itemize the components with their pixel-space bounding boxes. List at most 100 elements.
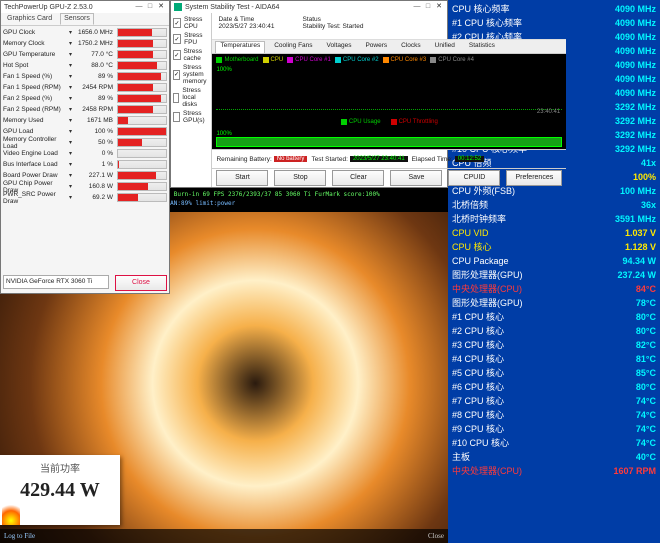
sensor-row[interactable]: Memory Controller Load▾50 % <box>3 137 167 148</box>
start-button[interactable]: Start <box>216 170 268 186</box>
tab-sensors[interactable]: Sensors <box>60 13 94 25</box>
stress-item[interactable]: Stress GPU(s) <box>173 109 209 125</box>
chevron-down-icon[interactable]: ▾ <box>69 128 75 135</box>
metric-value: 94.34 W <box>622 254 656 268</box>
legend-item: CPU Usage <box>341 117 381 127</box>
sensor-value: 160.8 W <box>77 183 115 190</box>
chevron-down-icon[interactable]: ▾ <box>69 62 75 69</box>
gpuz-close-button[interactable]: Close <box>115 275 167 291</box>
stress-item[interactable]: ✓Stress system memory <box>173 63 209 86</box>
cpuid-button[interactable]: CPUID <box>448 170 500 186</box>
sensor-row[interactable]: Hot Spot▾88.0 °C <box>3 60 167 71</box>
metric-value: 100 MHz <box>620 184 656 198</box>
chevron-down-icon[interactable]: ▾ <box>69 150 75 157</box>
subtab[interactable]: Temperatures <box>215 41 265 53</box>
sensor-row[interactable]: Video Engine Load▾0 % <box>3 148 167 159</box>
sensor-name: Memory Used <box>3 117 67 124</box>
metric-value: 4090 MHz <box>615 72 656 86</box>
sensor-name: Board Power Draw <box>3 172 67 179</box>
metric-value: 81°C <box>636 352 656 366</box>
chevron-down-icon[interactable]: ▾ <box>69 84 75 91</box>
gpuz-titlebar[interactable]: TechPowerUp GPU-Z 2.53.0 — □ ✕ <box>1 1 169 13</box>
close-icon[interactable]: ✕ <box>156 2 166 12</box>
sensor-row[interactable]: Memory Clock▾1750.2 MHz <box>3 38 167 49</box>
sensor-bar <box>117 138 167 147</box>
metric-value: 3591 MHz <box>615 212 656 226</box>
legend-swatch <box>263 57 269 63</box>
sensor-row[interactable]: PWR_SRC Power Draw▾69.2 W <box>3 192 167 203</box>
checkbox[interactable]: ✓ <box>173 34 181 44</box>
tab-graphics-card[interactable]: Graphics Card <box>3 13 56 25</box>
sensor-row[interactable]: Bus Interface Load▾1 % <box>3 159 167 170</box>
metric-name: #1 CPU 核心 <box>452 310 504 324</box>
aida-buttons: Start Stop Clear Save CPUID Preferences <box>212 168 566 187</box>
subtab[interactable]: Cooling Fans <box>269 41 317 53</box>
metric-value: 1607 RPM <box>613 464 656 478</box>
chart-axis-label: 100% <box>216 131 231 137</box>
subtab[interactable]: Clocks <box>396 41 426 53</box>
gpuz-title: TechPowerUp GPU-Z 2.53.0 <box>4 4 133 11</box>
stress-item[interactable]: ✓Stress FPU <box>173 31 209 47</box>
chevron-down-icon[interactable]: ▾ <box>69 139 75 146</box>
metric-name: #3 CPU 核心 <box>452 338 504 352</box>
chevron-down-icon[interactable]: ▾ <box>69 95 75 102</box>
chevron-down-icon[interactable]: ▾ <box>69 29 75 36</box>
furmark-footer: Log to File Close <box>0 529 448 543</box>
save-button[interactable]: Save <box>390 170 442 186</box>
aida-titlebar[interactable]: System Stability Test - AIDA64 — □ ✕ <box>171 1 447 13</box>
sensor-name: Fan 2 Speed (%) <box>3 95 67 102</box>
stress-item[interactable]: Stress local disks <box>173 86 209 109</box>
sensor-row[interactable]: Memory Used▾1671 MB <box>3 115 167 126</box>
chevron-down-icon[interactable]: ▾ <box>69 172 75 179</box>
metric-value: 41x <box>641 156 656 170</box>
checkbox[interactable]: ✓ <box>173 70 180 80</box>
sensor-row[interactable]: Fan 1 Speed (RPM)▾2454 RPM <box>3 82 167 93</box>
checkbox[interactable] <box>173 112 180 122</box>
stress-item[interactable]: ✓Stress cache <box>173 47 209 63</box>
chevron-down-icon[interactable]: ▾ <box>69 194 75 201</box>
subtab[interactable]: Powers <box>360 41 392 53</box>
sensor-value: 2454 RPM <box>77 84 115 91</box>
close-button[interactable]: Close <box>428 529 444 543</box>
subtab[interactable]: Statistics <box>464 41 500 53</box>
clear-button[interactable]: Clear <box>332 170 384 186</box>
gpuz-device-select[interactable]: NVIDIA GeForce RTX 3060 Ti <box>3 275 109 289</box>
subtab[interactable]: Unified <box>430 41 460 53</box>
chevron-down-icon[interactable]: ▾ <box>69 161 75 168</box>
stop-button[interactable]: Stop <box>274 170 326 186</box>
sensor-bar <box>117 28 167 37</box>
checkbox[interactable]: ✓ <box>173 50 181 60</box>
sensor-value: 69.2 W <box>77 194 115 201</box>
metric-name: #5 CPU 核心 <box>452 366 504 380</box>
subtab[interactable]: Voltages <box>322 41 357 53</box>
checkbox[interactable]: ✓ <box>173 18 181 28</box>
metric-name: 中央处理器(CPU) <box>452 464 522 478</box>
stress-item[interactable]: ✓Stress CPU <box>173 15 209 31</box>
chevron-down-icon[interactable]: ▾ <box>69 51 75 58</box>
maximize-icon[interactable]: □ <box>145 2 155 12</box>
log-to-file-button[interactable]: Log to File <box>4 529 35 543</box>
legend-swatch <box>335 57 341 63</box>
power-value: 429.44 W <box>0 477 120 503</box>
maximize-icon[interactable]: □ <box>423 2 433 12</box>
minimize-icon[interactable]: — <box>412 2 422 12</box>
stress-label: Stress GPU(s) <box>183 110 209 124</box>
sensor-row[interactable]: Fan 1 Speed (%)▾89 % <box>3 71 167 82</box>
sensor-row[interactable]: GPU Temperature▾77.0 °C <box>3 49 167 60</box>
minimize-icon[interactable]: — <box>134 2 144 12</box>
chevron-down-icon[interactable]: ▾ <box>69 117 75 124</box>
metric-name: CPU Package <box>452 254 509 268</box>
metric-name: 中央处理器(CPU) <box>452 282 522 296</box>
metric-value: 100% <box>633 170 656 184</box>
sensor-name: Bus Interface Load <box>3 161 67 168</box>
sensor-row[interactable]: GPU Clock▾1656.0 MHz <box>3 27 167 38</box>
sensor-row[interactable]: Fan 2 Speed (RPM)▾2458 RPM <box>3 104 167 115</box>
chevron-down-icon[interactable]: ▾ <box>69 40 75 47</box>
checkbox[interactable] <box>173 93 179 103</box>
chevron-down-icon[interactable]: ▾ <box>69 183 75 190</box>
chevron-down-icon[interactable]: ▾ <box>69 106 75 113</box>
sensor-row[interactable]: Fan 2 Speed (%)▾89 % <box>3 93 167 104</box>
preferences-button[interactable]: Preferences <box>506 170 562 186</box>
chevron-down-icon[interactable]: ▾ <box>69 73 75 80</box>
close-icon[interactable]: ✕ <box>434 2 444 12</box>
